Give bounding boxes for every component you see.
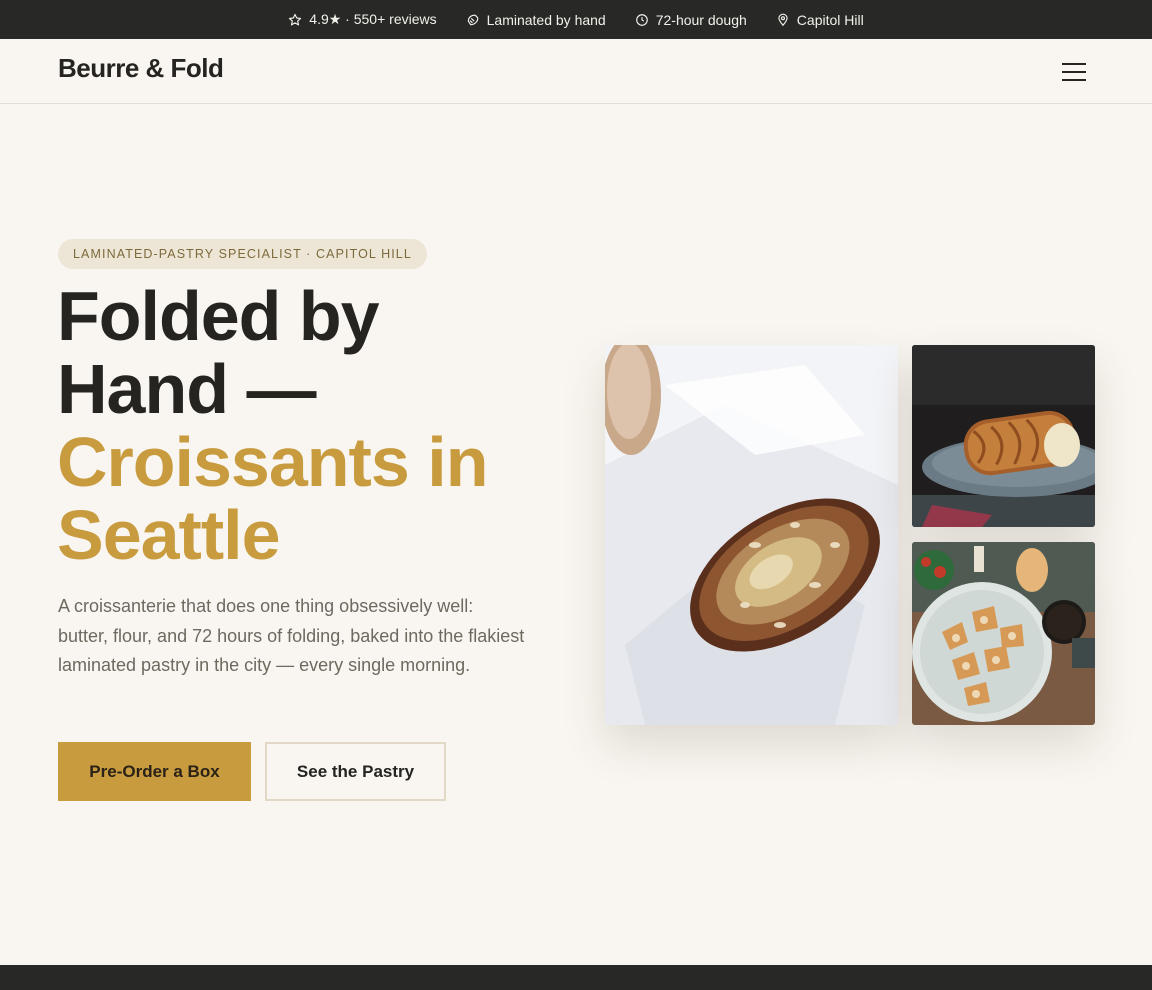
hero-headline: Folded by Hand — Croissants in Seattle [57, 277, 488, 574]
menu-line [1062, 79, 1086, 81]
map-pin-icon [778, 13, 788, 26]
location-text: Capitol Hill [796, 11, 864, 28]
pre-order-button[interactable]: Pre-Order a Box [58, 742, 251, 801]
hamburger-menu-icon[interactable] [1060, 61, 1088, 83]
announcement-bar: 4.9★ · 550+ reviews Laminated by hand 72… [0, 0, 1152, 39]
laminated-text: Laminated by hand [486, 11, 606, 28]
see-pastry-button[interactable]: See the Pastry [265, 742, 446, 801]
almond-croissant-photo [605, 345, 898, 725]
hero-description: A croissanterie that does one thing obse… [58, 596, 525, 675]
hero-gallery [605, 345, 1095, 725]
danish-platter-photo [912, 542, 1095, 725]
rating-item: 4.9★ · 550+ reviews [288, 11, 437, 28]
menu-line [1062, 71, 1086, 73]
footer-band [0, 965, 1152, 990]
headline-line-2: Hand — [57, 350, 316, 428]
dough-text: 72-hour dough [655, 11, 747, 28]
eyebrow-badge: LAMINATED-PASTRY SPECIALIST · CAPITOL HI… [58, 239, 427, 269]
star-icon [289, 13, 302, 25]
brand-logo[interactable]: Beurre & Fold [58, 53, 224, 84]
headline-line-1: Folded by [57, 277, 380, 355]
pastry-roll-photo [912, 345, 1095, 527]
laminated-item: Laminated by hand [466, 12, 606, 28]
dough-item: 72-hour dough [635, 12, 747, 28]
headline-line-4: Seattle [57, 496, 281, 574]
rating-text: 4.9★ · 550+ reviews [309, 11, 437, 27]
main-nav: Beurre & Fold [0, 39, 1152, 104]
clock-icon [635, 13, 648, 26]
menu-line [1062, 63, 1086, 65]
fold-icon [467, 14, 478, 25]
headline-line-3: Croissants in [57, 423, 488, 501]
location-item: Capitol Hill [776, 12, 864, 28]
